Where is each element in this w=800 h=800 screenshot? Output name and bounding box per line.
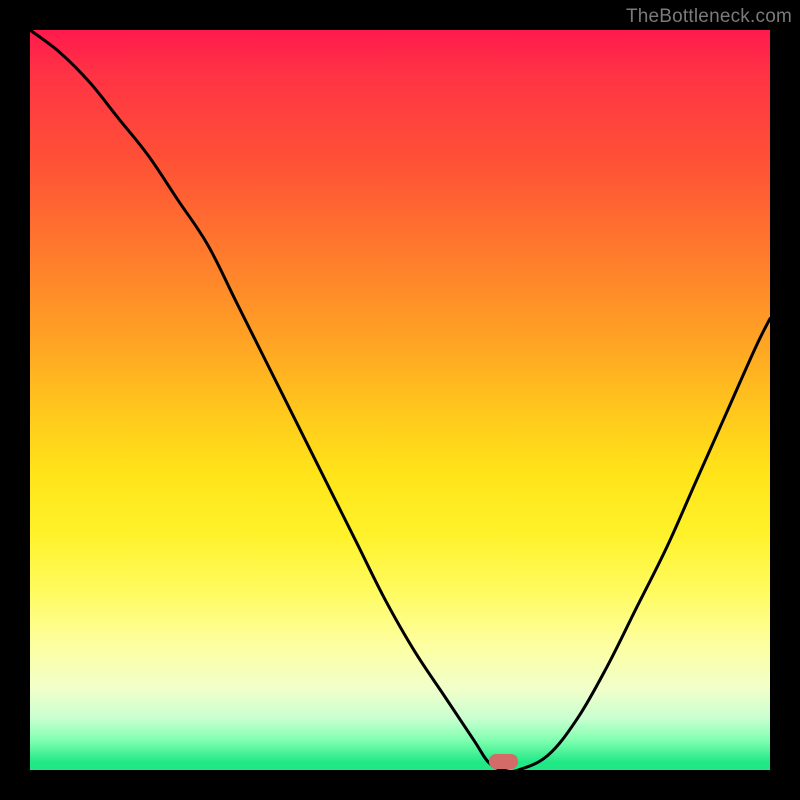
- watermark-text: TheBottleneck.com: [626, 6, 792, 28]
- bottleneck-curve: [30, 30, 770, 770]
- optimal-marker: [489, 754, 519, 769]
- plot-area: [30, 30, 770, 770]
- chart-frame: TheBottleneck.com: [0, 0, 800, 800]
